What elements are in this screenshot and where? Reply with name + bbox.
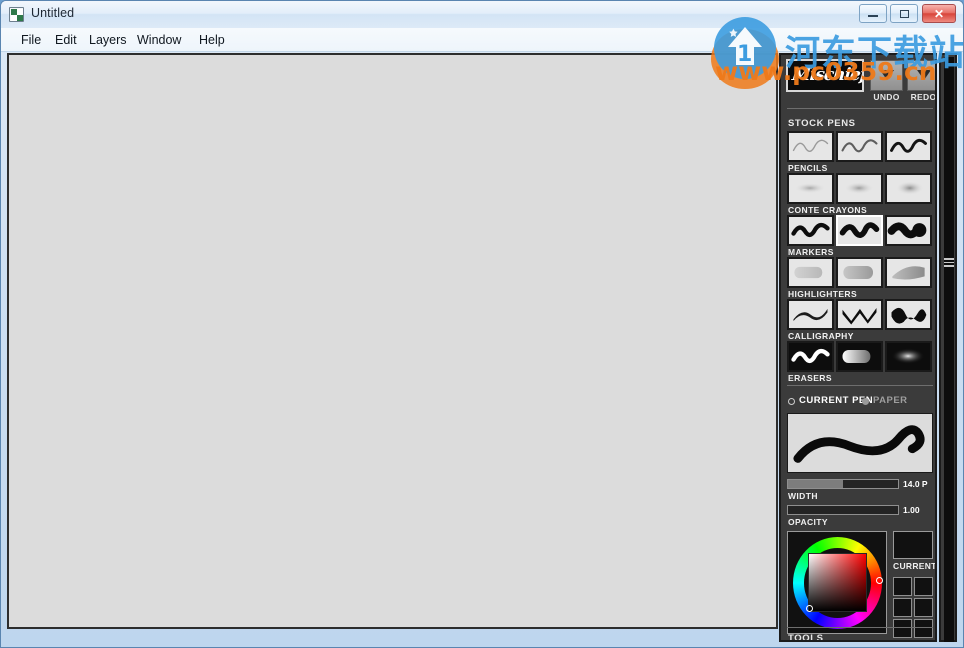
swatch-row-conte (787, 173, 934, 204)
window-title: Untitled (31, 6, 75, 20)
group-label-calligraphy: CALLIGRAPHY (788, 331, 854, 341)
width-value: 14.0 P (903, 479, 928, 489)
maximize-icon (891, 5, 917, 22)
saturation-square[interactable] (808, 553, 867, 612)
saturation-marker-icon[interactable] (806, 605, 813, 612)
panel-drag-handle-icon[interactable] (944, 258, 954, 269)
menu-item-file[interactable]: File (15, 31, 47, 49)
tools-header: TOOLS (788, 633, 824, 642)
pen-swatch[interactable] (836, 299, 883, 330)
pen-swatch[interactable] (836, 257, 883, 288)
undo-arrow-icon (879, 70, 894, 80)
panel-scrollbar[interactable] (939, 53, 957, 642)
mischief-logo: Mischief (786, 59, 864, 92)
panel-scrollbar-thumb[interactable] (944, 57, 954, 642)
canvas-frame (7, 53, 778, 629)
paper-label[interactable]: PAPER (873, 395, 908, 406)
redo-arrow-icon (916, 70, 931, 80)
menu-item-edit[interactable]: Edit (49, 31, 83, 49)
title-bar[interactable]: Untitled ✕ (1, 1, 963, 28)
divider (787, 627, 933, 628)
undo-label: UNDO (873, 92, 900, 102)
pen-swatch-selected[interactable] (836, 215, 883, 246)
divider (787, 108, 933, 109)
current-pen-radio[interactable] (788, 398, 795, 405)
saved-color-swatch[interactable] (893, 598, 912, 617)
redo-button[interactable] (907, 60, 935, 91)
panel-header: Mischief UNDO REDO (786, 59, 937, 102)
pen-swatch[interactable] (787, 257, 834, 288)
hue-marker-icon[interactable] (876, 577, 883, 584)
menu-item-window[interactable]: Window (131, 31, 187, 49)
undo-button[interactable] (870, 60, 903, 91)
application-window: Untitled ✕ File Edit Layers Window Help … (0, 0, 964, 648)
color-wheel[interactable] (787, 531, 887, 634)
width-slider[interactable] (787, 479, 899, 489)
group-label-markers: MARKERS (788, 247, 834, 257)
menu-bar: File Edit Layers Window Help (1, 28, 963, 52)
pen-swatch[interactable] (885, 299, 932, 330)
pen-swatch[interactable] (836, 173, 883, 204)
saved-color-swatch[interactable] (914, 598, 933, 617)
pen-swatch[interactable] (885, 215, 932, 246)
app-icon (9, 7, 24, 22)
divider (787, 385, 933, 386)
saved-color-swatch[interactable] (914, 577, 933, 596)
opacity-slider[interactable] (787, 505, 899, 515)
swatch-row-erasers (787, 341, 934, 372)
swatch-row-pencils (787, 131, 934, 162)
close-icon: ✕ (933, 6, 945, 21)
maximize-button[interactable] (890, 4, 918, 23)
opacity-value: 1.00 (903, 505, 920, 515)
paper-radio[interactable] (862, 398, 869, 405)
group-label-conte: CONTE CRAYONS (788, 205, 868, 215)
pen-swatch[interactable] (787, 341, 834, 372)
group-label-pencils: PENCILS (788, 163, 828, 173)
drawing-canvas[interactable] (9, 55, 776, 627)
current-color-label: CURRENT (893, 561, 937, 571)
group-label-highlighters: HIGHLIGHTERS (788, 289, 858, 299)
saved-color-swatch[interactable] (914, 619, 933, 638)
stock-pens-header: STOCK PENS (788, 118, 856, 129)
pen-swatch[interactable] (885, 173, 932, 204)
minimize-icon (860, 5, 886, 22)
redo-label: REDO (910, 92, 937, 102)
pen-swatch[interactable] (787, 215, 834, 246)
pen-swatch[interactable] (787, 131, 834, 162)
current-pen-preview[interactable] (787, 413, 933, 473)
swatch-row-markers (787, 215, 934, 246)
menu-item-help[interactable]: Help (193, 31, 231, 49)
opacity-label: OPACITY (788, 517, 828, 527)
current-color-swatch[interactable] (893, 531, 933, 559)
pen-swatch[interactable] (885, 257, 932, 288)
swatch-row-highlighters (787, 257, 934, 288)
width-label: WIDTH (788, 491, 818, 501)
tool-panel: Mischief UNDO REDO STOCK PENS PENCILS CO… (779, 53, 937, 642)
pen-paper-toggle: CURRENT PEN PAPER (788, 395, 935, 408)
pen-swatch[interactable] (885, 341, 932, 372)
group-label-erasers: ERASERS (788, 373, 832, 383)
minimize-button[interactable] (859, 4, 887, 23)
saved-color-swatch[interactable] (893, 577, 912, 596)
saved-color-swatch[interactable] (893, 619, 912, 638)
logo-text: Mischief (790, 65, 864, 85)
pen-swatch[interactable] (836, 341, 883, 372)
close-button[interactable]: ✕ (922, 4, 956, 23)
saved-colors-label: SAVED (893, 640, 923, 642)
swatch-row-calligraphy (787, 299, 934, 330)
pen-swatch[interactable] (787, 299, 834, 330)
pen-swatch[interactable] (836, 131, 883, 162)
pen-swatch[interactable] (885, 131, 932, 162)
menu-item-layers[interactable]: Layers (83, 31, 133, 49)
width-slider-fill (788, 480, 843, 488)
pen-swatch[interactable] (787, 173, 834, 204)
